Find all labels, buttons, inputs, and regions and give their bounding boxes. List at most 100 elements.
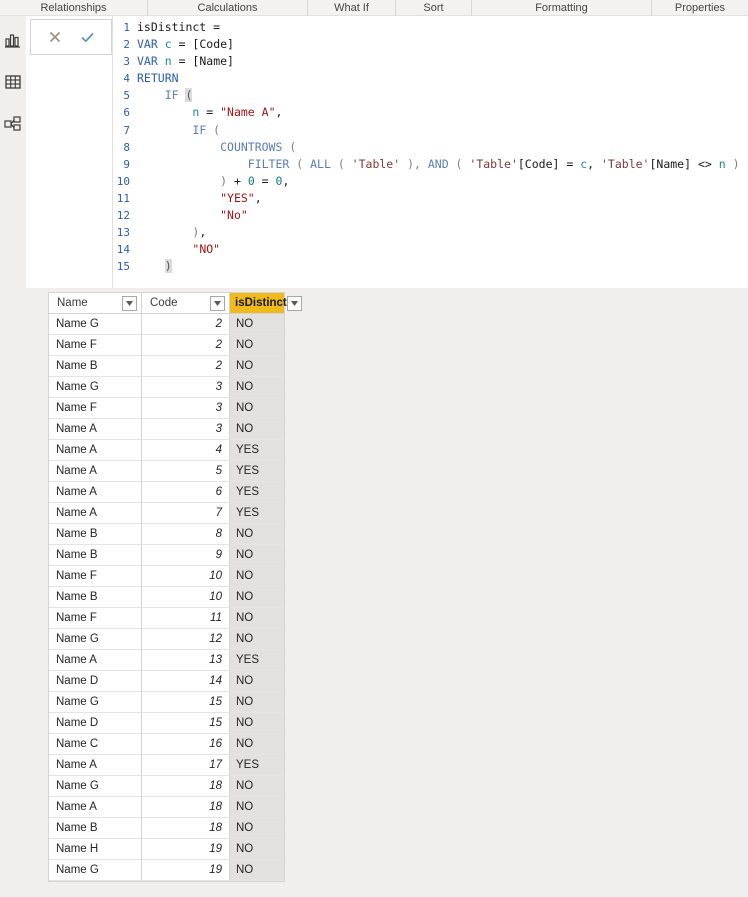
ribbon-group-formatting[interactable]: Formatting xyxy=(472,0,652,16)
cell-name[interactable]: Name D xyxy=(49,713,142,734)
cell-code[interactable]: 18 xyxy=(142,818,230,839)
accept-formula-button[interactable] xyxy=(78,28,96,46)
table-row[interactable]: Name G 18 NO xyxy=(49,776,284,797)
cell-name[interactable]: Name G xyxy=(49,377,142,398)
column-filter-code-button[interactable] xyxy=(210,295,225,311)
cell-name[interactable]: Name C xyxy=(49,734,142,755)
table-row[interactable]: Name A 18 NO xyxy=(49,797,284,818)
cancel-formula-button[interactable] xyxy=(46,28,64,46)
cell-name[interactable]: Name A xyxy=(49,482,142,503)
ribbon-group-what-if[interactable]: What If xyxy=(308,0,396,16)
cell-isdistinct[interactable]: YES xyxy=(230,461,284,482)
ribbon-group-sort[interactable]: Sort xyxy=(396,0,472,16)
cell-name[interactable]: Name F xyxy=(49,335,142,356)
cell-name[interactable]: Name F xyxy=(49,608,142,629)
column-filter-name-button[interactable] xyxy=(122,295,137,311)
table-row[interactable]: Name F 10 NO xyxy=(49,566,284,587)
table-row[interactable]: Name A 17 YES xyxy=(49,755,284,776)
cell-code[interactable]: 6 xyxy=(142,482,230,503)
cell-name[interactable]: Name A xyxy=(49,503,142,524)
cell-code[interactable]: 13 xyxy=(142,650,230,671)
cell-code[interactable]: 4 xyxy=(142,440,230,461)
cell-code[interactable]: 12 xyxy=(142,629,230,650)
table-row[interactable]: Name G 19 NO xyxy=(49,860,284,881)
cell-code[interactable]: 15 xyxy=(142,713,230,734)
cell-isdistinct[interactable]: NO xyxy=(230,545,284,566)
model-view-icon[interactable] xyxy=(3,114,23,134)
table-row[interactable]: Name A 5 YES xyxy=(49,461,284,482)
cell-isdistinct[interactable]: YES xyxy=(230,503,284,524)
cell-isdistinct[interactable]: NO xyxy=(230,713,284,734)
cell-name[interactable]: Name B xyxy=(49,356,142,377)
table-row[interactable]: Name F 3 NO xyxy=(49,398,284,419)
table-row[interactable]: Name B 2 NO xyxy=(49,356,284,377)
cell-isdistinct[interactable]: NO xyxy=(230,356,284,377)
cell-isdistinct[interactable]: NO xyxy=(230,839,284,860)
column-header-isdistinct[interactable]: isDistinct xyxy=(230,293,302,313)
table-row[interactable]: Name G 12 NO xyxy=(49,629,284,650)
table-row[interactable]: Name D 15 NO xyxy=(49,713,284,734)
table-row[interactable]: Name C 16 NO xyxy=(49,734,284,755)
cell-isdistinct[interactable]: NO xyxy=(230,314,284,335)
cell-isdistinct[interactable]: NO xyxy=(230,734,284,755)
cell-name[interactable]: Name B xyxy=(49,524,142,545)
cell-name[interactable]: Name B xyxy=(49,818,142,839)
table-row[interactable]: Name A 6 YES xyxy=(49,482,284,503)
cell-code[interactable]: 3 xyxy=(142,377,230,398)
cell-name[interactable]: Name F xyxy=(49,566,142,587)
cell-code[interactable]: 7 xyxy=(142,503,230,524)
cell-name[interactable]: Name A xyxy=(49,797,142,818)
cell-code[interactable]: 5 xyxy=(142,461,230,482)
cell-code[interactable]: 15 xyxy=(142,692,230,713)
cell-isdistinct[interactable]: NO xyxy=(230,419,284,440)
cell-isdistinct[interactable]: NO xyxy=(230,566,284,587)
table-row[interactable]: Name A 13 YES xyxy=(49,650,284,671)
cell-isdistinct[interactable]: YES xyxy=(230,650,284,671)
cell-isdistinct[interactable]: YES xyxy=(230,482,284,503)
cell-name[interactable]: Name B xyxy=(49,587,142,608)
table-row[interactable]: Name G 3 NO xyxy=(49,377,284,398)
cell-isdistinct[interactable]: NO xyxy=(230,608,284,629)
cell-code[interactable]: 19 xyxy=(142,860,230,881)
data-view-icon[interactable] xyxy=(3,72,23,92)
cell-code[interactable]: 19 xyxy=(142,839,230,860)
cell-name[interactable]: Name H xyxy=(49,839,142,860)
cell-isdistinct[interactable]: NO xyxy=(230,776,284,797)
cell-code[interactable]: 2 xyxy=(142,314,230,335)
table-row[interactable]: Name A 3 NO xyxy=(49,419,284,440)
cell-code[interactable]: 18 xyxy=(142,797,230,818)
column-filter-isdistinct-button[interactable] xyxy=(286,295,302,311)
ribbon-group-relationships[interactable]: Relationships xyxy=(0,0,148,16)
cell-isdistinct[interactable]: NO xyxy=(230,398,284,419)
table-row[interactable]: Name B 9 NO xyxy=(49,545,284,566)
table-row[interactable]: Name A 4 YES xyxy=(49,440,284,461)
cell-code[interactable]: 9 xyxy=(142,545,230,566)
cell-name[interactable]: Name G xyxy=(49,629,142,650)
cell-code[interactable]: 2 xyxy=(142,335,230,356)
cell-name[interactable]: Name A xyxy=(49,419,142,440)
cell-code[interactable]: 18 xyxy=(142,776,230,797)
table-row[interactable]: Name G 2 NO xyxy=(49,314,284,335)
table-row[interactable]: Name B 18 NO xyxy=(49,818,284,839)
cell-code[interactable]: 11 xyxy=(142,608,230,629)
cell-code[interactable]: 3 xyxy=(142,398,230,419)
cell-name[interactable]: Name G xyxy=(49,860,142,881)
cell-isdistinct[interactable]: NO xyxy=(230,797,284,818)
table-row[interactable]: Name G 15 NO xyxy=(49,692,284,713)
cell-name[interactable]: Name G xyxy=(49,692,142,713)
cell-isdistinct[interactable]: NO xyxy=(230,818,284,839)
table-row[interactable]: Name B 10 NO xyxy=(49,587,284,608)
table-row[interactable]: Name H 19 NO xyxy=(49,839,284,860)
dax-formula-editor[interactable]: 1 isDistinct = 2 VAR c = [Code] 3 VAR n = [Na… xyxy=(112,16,748,288)
table-row[interactable]: Name B 8 NO xyxy=(49,524,284,545)
table-row[interactable]: Name F 11 NO xyxy=(49,608,284,629)
cell-code[interactable]: 8 xyxy=(142,524,230,545)
cell-isdistinct[interactable]: NO xyxy=(230,335,284,356)
cell-name[interactable]: Name G xyxy=(49,314,142,335)
cell-code[interactable]: 14 xyxy=(142,671,230,692)
cell-name[interactable]: Name A xyxy=(49,755,142,776)
cell-code[interactable]: 2 xyxy=(142,356,230,377)
cell-code[interactable]: 3 xyxy=(142,419,230,440)
cell-name[interactable]: Name B xyxy=(49,545,142,566)
cell-code[interactable]: 17 xyxy=(142,755,230,776)
